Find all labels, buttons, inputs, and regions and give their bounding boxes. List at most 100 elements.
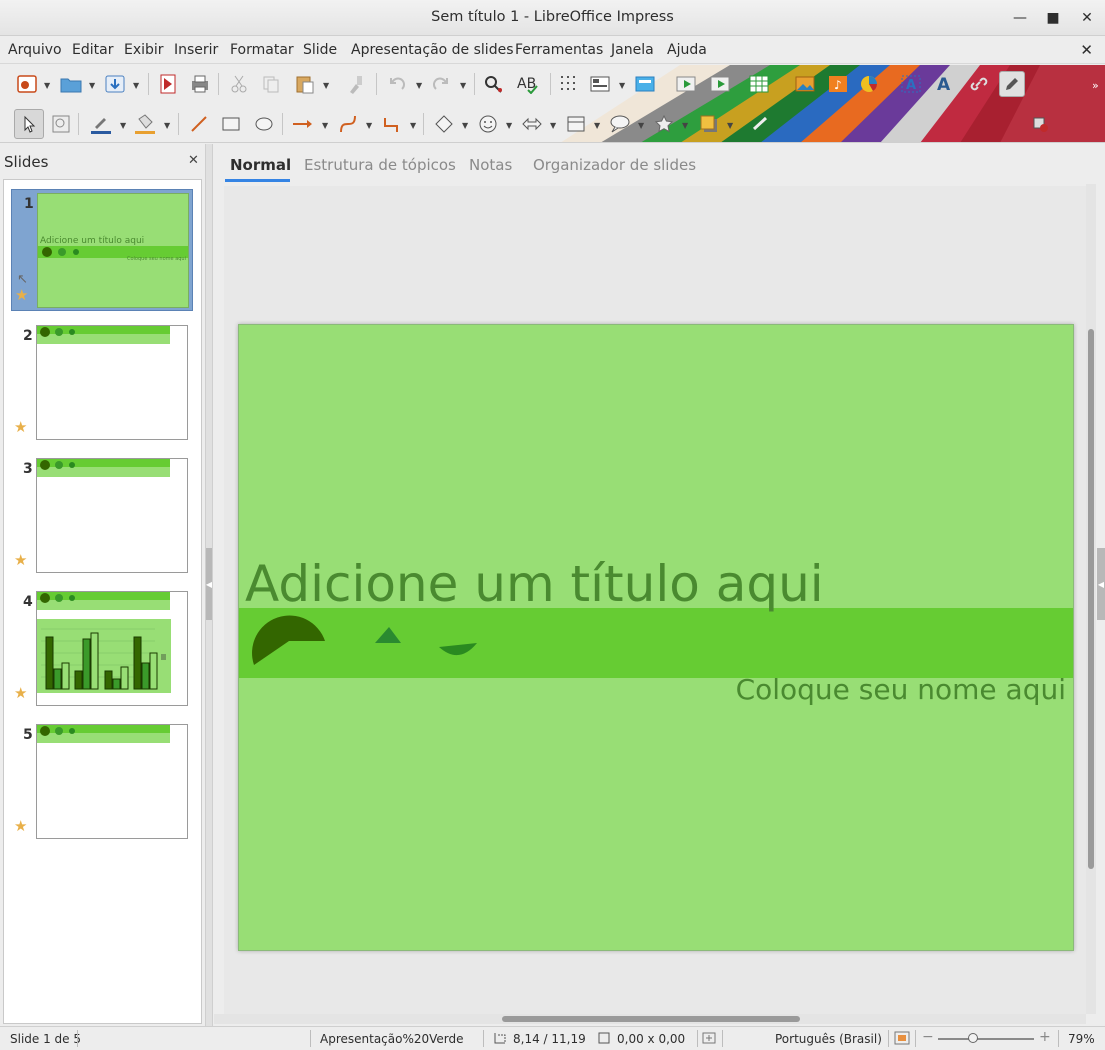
hyperlink-icon[interactable] bbox=[966, 71, 992, 97]
slide-thumbnail-5[interactable]: 5 ★ bbox=[11, 721, 193, 843]
copy-icon[interactable] bbox=[258, 71, 284, 97]
fontwork-icon[interactable]: A bbox=[932, 71, 958, 97]
grid-icon[interactable] bbox=[556, 71, 582, 97]
symbol-shapes-icon[interactable] bbox=[475, 111, 501, 137]
sidebar-toggle-icon[interactable]: ◀ bbox=[1097, 548, 1105, 620]
open-folder-icon[interactable] bbox=[58, 71, 84, 97]
line-arrow-icon[interactable] bbox=[290, 111, 316, 137]
chevron-down-icon[interactable]: ▼ bbox=[682, 121, 688, 130]
block-arrows-icon[interactable] bbox=[519, 111, 545, 137]
zoom-out-icon[interactable]: − bbox=[922, 1029, 934, 1045]
collapse-pane-icon[interactable]: ◀ bbox=[206, 548, 212, 620]
menu-exibir[interactable]: Exibir bbox=[124, 42, 164, 58]
menu-editar[interactable]: Editar bbox=[72, 42, 113, 58]
chevron-down-icon[interactable]: ▼ bbox=[44, 81, 50, 90]
chevron-down-icon[interactable]: ▼ bbox=[164, 121, 170, 130]
slide-canvas[interactable]: Adicione um título aqui Coloque seu nome… bbox=[224, 186, 1086, 1014]
shadow-icon[interactable] bbox=[696, 111, 722, 137]
tab-notas[interactable]: Notas bbox=[469, 156, 512, 174]
menu-janela[interactable]: Janela bbox=[611, 42, 654, 58]
stars-icon[interactable] bbox=[651, 111, 677, 137]
tab-normal[interactable]: Normal bbox=[230, 156, 291, 174]
select-arrow-icon[interactable] bbox=[14, 109, 44, 139]
zoom-slider[interactable] bbox=[938, 1038, 1034, 1040]
chevron-down-icon[interactable]: ▼ bbox=[727, 121, 733, 130]
toggle-extrusion-icon[interactable] bbox=[1028, 111, 1054, 137]
zoom-level[interactable]: 79% bbox=[1068, 1032, 1095, 1046]
rectangle-icon[interactable] bbox=[218, 111, 244, 137]
curve-icon[interactable] bbox=[335, 111, 361, 137]
language[interactable]: Português (Brasil) bbox=[775, 1032, 882, 1046]
paste-icon[interactable] bbox=[292, 71, 318, 97]
chevron-down-icon[interactable]: ▼ bbox=[410, 121, 416, 130]
master-name[interactable]: Apresentação%20Verde bbox=[320, 1032, 464, 1046]
spelling-icon[interactable]: AB bbox=[515, 71, 541, 97]
ellipse-icon[interactable] bbox=[251, 111, 277, 137]
zoom-in-icon[interactable]: + bbox=[1039, 1029, 1051, 1045]
chevron-down-icon[interactable]: ▼ bbox=[366, 121, 372, 130]
minimize-icon[interactable]: — bbox=[1010, 8, 1030, 28]
text-box-icon[interactable]: A bbox=[898, 71, 924, 97]
maximize-icon[interactable]: ■ bbox=[1043, 8, 1063, 28]
chevron-down-icon[interactable]: ▼ bbox=[638, 121, 644, 130]
connector-icon[interactable] bbox=[379, 111, 405, 137]
callout-shapes-icon[interactable] bbox=[607, 111, 633, 137]
menu-apresentacao[interactable]: Apresentação de slides bbox=[351, 42, 513, 58]
close-pane-icon[interactable]: ✕ bbox=[188, 153, 199, 168]
slide-1[interactable]: Adicione um título aqui Coloque seu nome… bbox=[238, 324, 1074, 951]
redo-icon[interactable] bbox=[428, 71, 454, 97]
find-replace-icon[interactable] bbox=[481, 71, 507, 97]
start-current-slide-icon[interactable] bbox=[707, 71, 733, 97]
slide-subtitle[interactable]: Coloque seu nome aqui bbox=[736, 673, 1066, 706]
clone-formatting-icon[interactable] bbox=[343, 71, 369, 97]
undo-icon[interactable] bbox=[384, 71, 410, 97]
chevron-down-icon[interactable]: ▼ bbox=[89, 81, 95, 90]
image-icon[interactable] bbox=[792, 71, 818, 97]
chevron-down-icon[interactable]: ▼ bbox=[460, 81, 466, 90]
menu-ferramentas[interactable]: Ferramentas bbox=[515, 42, 603, 58]
master-slide-icon[interactable] bbox=[632, 71, 658, 97]
zoom-slider-handle[interactable] bbox=[968, 1033, 978, 1043]
flowchart-icon[interactable] bbox=[563, 111, 589, 137]
tab-organizador-slides[interactable]: Organizador de slides bbox=[533, 156, 696, 174]
audio-video-icon[interactable]: ♪ bbox=[825, 71, 851, 97]
chevron-down-icon[interactable]: ▼ bbox=[462, 121, 468, 130]
chevron-down-icon[interactable]: ▼ bbox=[619, 81, 625, 90]
menu-arquivo[interactable]: Arquivo bbox=[8, 42, 62, 58]
start-first-slide-icon[interactable] bbox=[673, 71, 699, 97]
chevron-down-icon[interactable]: ▼ bbox=[323, 81, 329, 90]
print-icon[interactable] bbox=[187, 71, 213, 97]
pane-splitter[interactable]: ◀ bbox=[205, 144, 213, 1026]
vertical-scrollbar[interactable] bbox=[1086, 184, 1096, 1014]
new-presentation-icon[interactable] bbox=[14, 71, 40, 97]
chart-icon[interactable] bbox=[857, 71, 883, 97]
slide-thumbnail-1[interactable]: 1 Adicione um título aqui Coloque seu no… bbox=[11, 189, 193, 311]
basic-shapes-icon[interactable] bbox=[431, 111, 457, 137]
tab-estrutura-topicos[interactable]: Estrutura de tópicos bbox=[304, 156, 456, 174]
points-icon[interactable] bbox=[748, 111, 774, 137]
save-icon[interactable] bbox=[102, 71, 128, 97]
horizontal-scrollbar[interactable] bbox=[214, 1014, 1086, 1024]
close-window-icon[interactable]: ✕ bbox=[1077, 8, 1097, 28]
slide-thumbnail-3[interactable]: 3 ★ bbox=[11, 455, 193, 577]
menu-ajuda[interactable]: Ajuda bbox=[667, 42, 707, 58]
menu-formatar[interactable]: Formatar bbox=[230, 42, 294, 58]
zoom-pan-icon[interactable] bbox=[48, 111, 74, 137]
chevron-down-icon[interactable]: ▼ bbox=[133, 81, 139, 90]
export-pdf-icon[interactable] bbox=[155, 71, 181, 97]
cut-icon[interactable] bbox=[226, 71, 252, 97]
table-icon[interactable] bbox=[746, 71, 772, 97]
slide-thumbnail-4[interactable]: 4 ★ bbox=[11, 588, 193, 710]
more-options-icon[interactable]: » bbox=[1092, 79, 1099, 92]
line-color-icon[interactable] bbox=[88, 111, 114, 137]
document-modified-icon[interactable] bbox=[702, 1031, 716, 1045]
chevron-down-icon[interactable]: ▼ bbox=[550, 121, 556, 130]
line-tool-icon[interactable] bbox=[186, 111, 212, 137]
fit-slide-icon[interactable] bbox=[894, 1031, 910, 1045]
chevron-down-icon[interactable]: ▼ bbox=[416, 81, 422, 90]
slide-thumbnail-2[interactable]: 2 ★ bbox=[11, 322, 193, 444]
display-views-icon[interactable] bbox=[587, 71, 613, 97]
fill-color-icon[interactable] bbox=[132, 111, 158, 137]
edit-mode-icon[interactable] bbox=[999, 71, 1025, 97]
chevron-down-icon[interactable]: ▼ bbox=[506, 121, 512, 130]
